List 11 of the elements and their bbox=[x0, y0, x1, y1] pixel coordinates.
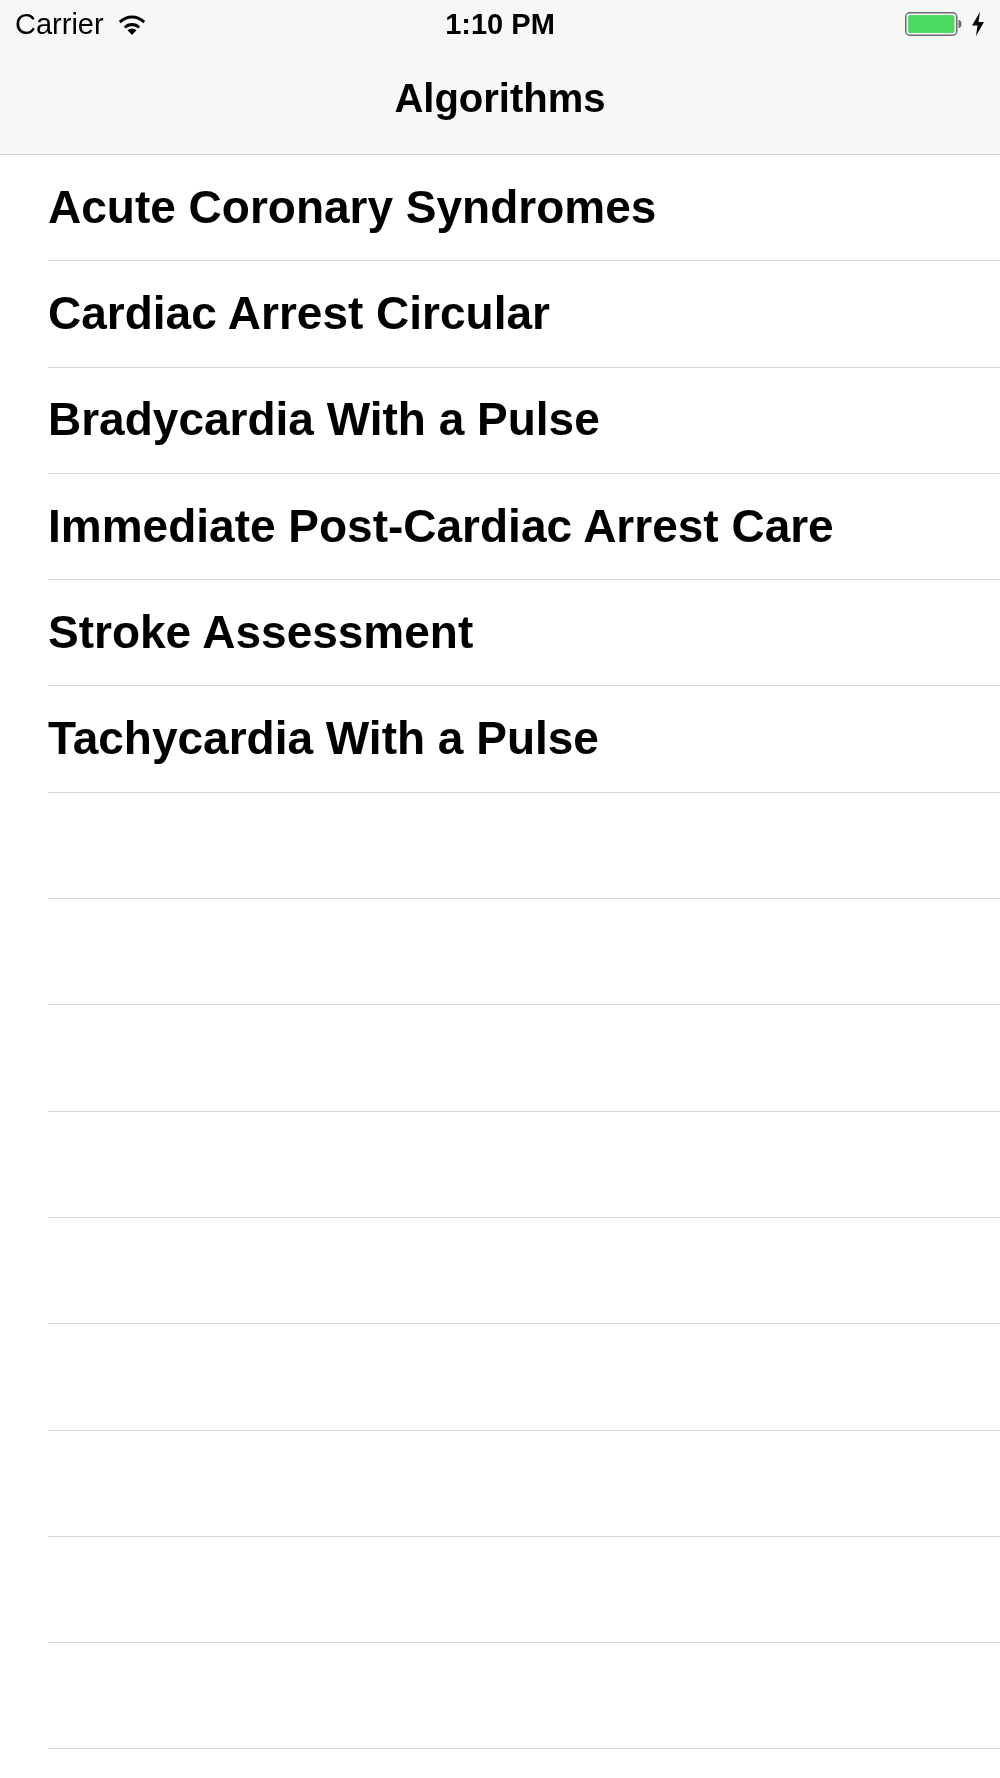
list-item[interactable]: Cardiac Arrest Circular bbox=[0, 261, 1000, 368]
bolt-icon bbox=[972, 12, 984, 36]
list-item[interactable]: Immediate Post-Cardiac Arrest Care bbox=[0, 473, 1000, 581]
nav-title: Algorithms bbox=[394, 78, 606, 118]
list-item[interactable]: Bradycardia With a Pulse bbox=[0, 367, 1000, 474]
list-item[interactable]: Tachycardia With a Pulse bbox=[0, 686, 1000, 793]
status-time: 1:10 PM bbox=[445, 9, 555, 39]
carrier-name: Carrier bbox=[15, 9, 104, 39]
wifi-icon bbox=[117, 13, 146, 35]
list-item[interactable]: Acute Coronary Syndromes bbox=[0, 155, 1000, 262]
list-item[interactable]: Stroke Assessment bbox=[0, 580, 1000, 687]
